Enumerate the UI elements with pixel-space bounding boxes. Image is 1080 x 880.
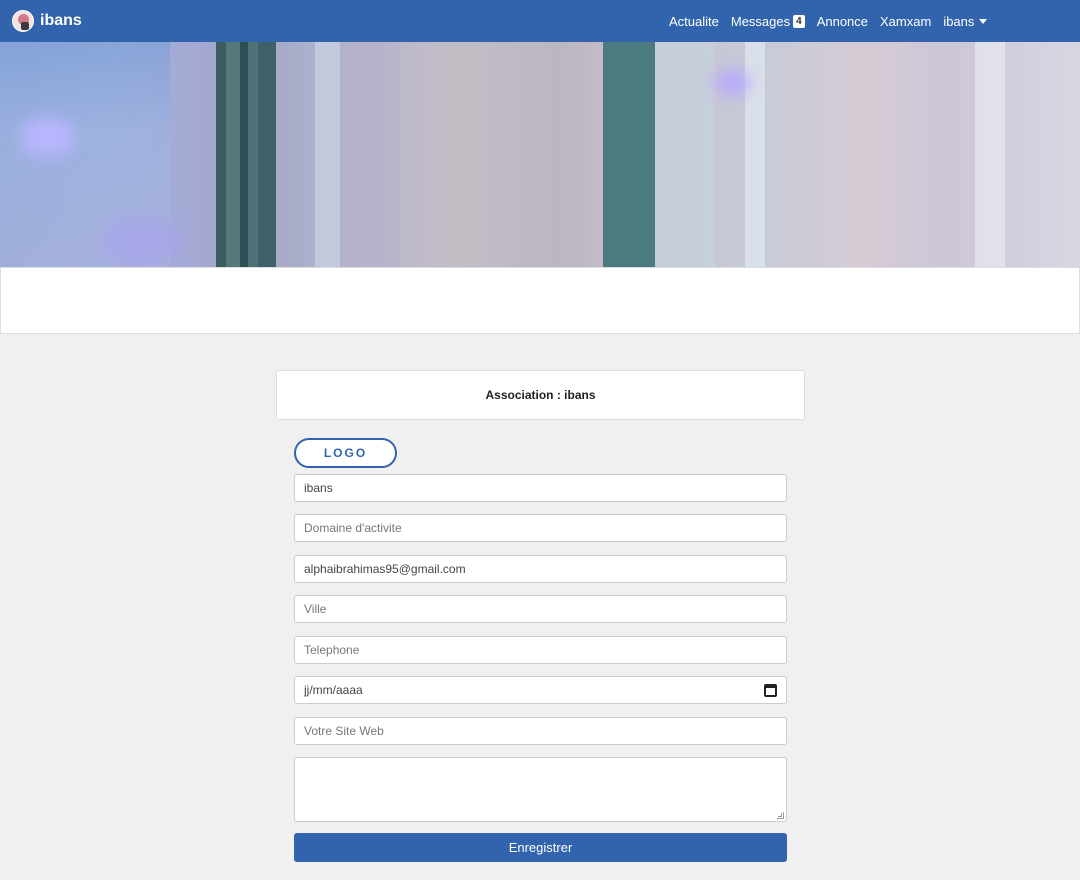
date-input-placeholder: jj/mm/aaaa: [304, 683, 363, 697]
domain-input[interactable]: Domaine d'activite: [294, 514, 787, 542]
nav-messages-label: Messages: [730, 13, 791, 29]
nav-user-dropdown[interactable]: ibans: [943, 13, 988, 29]
nav-xamxam[interactable]: Xamxam: [880, 14, 931, 29]
association-title: Association : ibans: [485, 388, 596, 402]
nav-annonce[interactable]: Annonce: [817, 14, 868, 29]
website-input-placeholder: Votre Site Web: [304, 724, 384, 738]
name-input-value: ibans: [304, 481, 333, 495]
email-input-value: alphaibrahimas95@gmail.com: [304, 562, 466, 576]
phone-input-placeholder: Telephone: [304, 643, 360, 657]
cover-banner: [0, 42, 1080, 267]
logo-upload-button[interactable]: LOGO: [294, 438, 397, 468]
main-nav: Actualite Messages 4 Annonce Xamxam iban…: [669, 0, 988, 42]
website-input[interactable]: Votre Site Web: [294, 717, 787, 745]
caret-down-icon: [979, 19, 988, 24]
city-input-placeholder: Ville: [304, 602, 327, 616]
nav-user-label: ibans: [943, 13, 975, 29]
phone-input[interactable]: Telephone: [294, 636, 787, 664]
calendar-icon[interactable]: [764, 683, 777, 697]
association-title-card: Association : ibans: [276, 370, 805, 420]
profile-header-strip: [0, 267, 1080, 334]
nav-actualite-label: Actualite: [669, 13, 719, 29]
brand-name: ibans: [40, 12, 82, 29]
messages-count-badge: 4: [793, 14, 805, 28]
domain-input-placeholder: Domaine d'activite: [304, 521, 402, 535]
nav-annonce-label: Annonce: [816, 13, 869, 29]
nav-actualite[interactable]: Actualite: [669, 14, 719, 29]
resize-handle-icon[interactable]: [777, 812, 784, 819]
nav-messages[interactable]: Messages 4: [731, 14, 805, 29]
city-input[interactable]: Ville: [294, 595, 787, 623]
top-navbar: ibans Actualite Messages 4 Annonce Xamxa…: [0, 0, 1080, 42]
brand-logo-icon: [12, 10, 34, 32]
name-input[interactable]: ibans: [294, 474, 787, 502]
date-input[interactable]: jj/mm/aaaa: [294, 676, 787, 704]
email-input[interactable]: alphaibrahimas95@gmail.com: [294, 555, 787, 583]
brand-link[interactable]: ibans: [12, 10, 82, 32]
save-button[interactable]: Enregistrer: [294, 833, 787, 862]
nav-xamxam-label: Xamxam: [880, 13, 932, 29]
description-textarea[interactable]: [294, 757, 787, 822]
